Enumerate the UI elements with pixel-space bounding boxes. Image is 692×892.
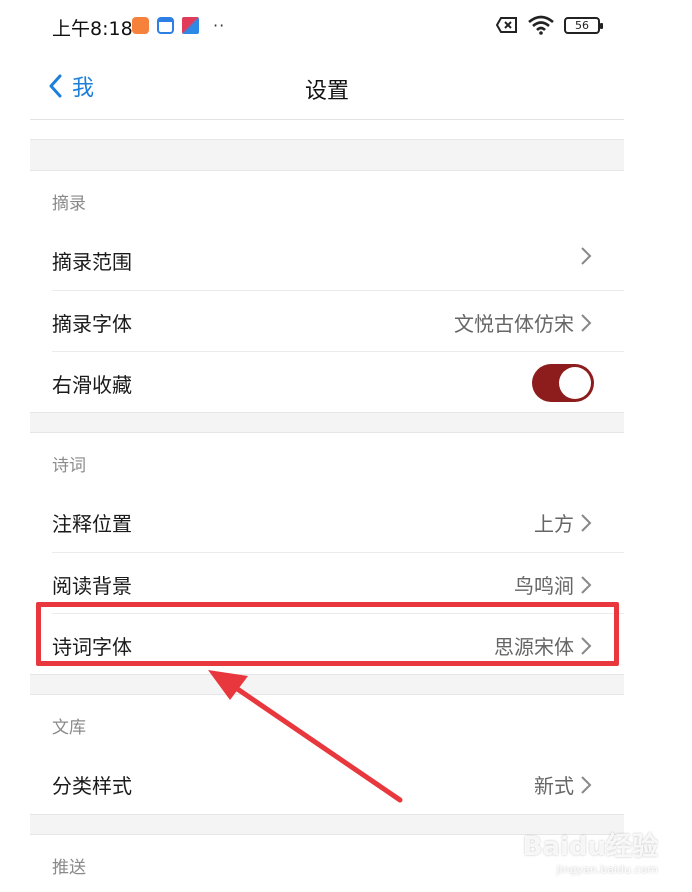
section-poetry: 诗词 注释位置 上方 阅读背景 鸟鸣涧 诗词字体 思源宋体	[30, 432, 624, 675]
page-title: 设置	[304, 79, 349, 104]
calendar-icon	[157, 17, 174, 34]
row-poetry-font[interactable]: 诗词字体 思源宋体	[52, 613, 624, 674]
row-value: 鸟鸣涧	[514, 574, 574, 598]
sim-x-icon	[496, 17, 517, 33]
section-header: 诗词	[52, 456, 86, 476]
row-label: 诗词字体	[52, 635, 132, 659]
app-icon-orange	[132, 17, 149, 34]
row-reading-background[interactable]: 阅读背景 鸟鸣涧	[52, 552, 624, 613]
chevron-right-icon	[581, 636, 592, 655]
status-bar: 上午8:18 ·· 56	[30, 0, 624, 56]
system-status-icons: 56	[496, 15, 603, 35]
previous-section-edge	[30, 120, 624, 140]
section-header: 摘录	[52, 194, 86, 214]
chevron-right-icon	[581, 513, 592, 532]
section-excerpt: 摘录 摘录范围 摘录字体 文悦古体仿宋 右滑收藏	[30, 170, 624, 413]
row-label: 右滑收藏	[52, 373, 132, 397]
wifi-icon	[528, 15, 554, 35]
row-label: 分类样式	[52, 774, 132, 798]
baidu-watermark-logo: Baidu经验 jingyan.baidu.com	[523, 826, 658, 876]
row-excerpt-range[interactable]: 摘录范围	[52, 229, 624, 290]
row-label: 摘录字体	[52, 312, 132, 336]
row-value: 文悦古体仿宋	[454, 312, 574, 336]
row-value: 上方	[534, 512, 574, 536]
app-icon-colorful	[182, 17, 199, 34]
row-annotation-position[interactable]: 注释位置 上方	[52, 491, 624, 552]
section-library: 文库 分类样式 新式	[30, 694, 624, 815]
row-category-style[interactable]: 分类样式 新式	[52, 753, 624, 814]
row-label: 阅读背景	[52, 574, 132, 598]
chevron-right-icon	[581, 247, 592, 265]
row-value: 新式	[534, 774, 574, 798]
chevron-right-icon	[581, 313, 592, 332]
row-value: 思源宋体	[494, 635, 574, 659]
chevron-right-icon	[581, 775, 592, 794]
toggle-knob	[559, 367, 591, 399]
watermark-brand: Baidu经验	[522, 832, 658, 862]
chevron-right-icon	[581, 575, 592, 594]
swipe-favorite-toggle[interactable]	[532, 364, 594, 402]
more-dots-icon: ··	[213, 16, 226, 35]
battery-icon: 56	[564, 16, 603, 34]
phone-screen: 上午8:18 ·· 56 我 设置 摘录 摘录范围 摘录字体 文悦古体仿宋 右滑…	[30, 0, 624, 892]
nav-bar: 我 设置	[30, 56, 624, 120]
notification-icons: ··	[132, 16, 225, 35]
row-excerpt-font[interactable]: 摘录字体 文悦古体仿宋	[52, 290, 624, 351]
row-label: 注释位置	[52, 512, 132, 536]
row-label: 摘录范围	[52, 250, 132, 274]
section-header: 文库	[52, 718, 86, 738]
status-time: 上午8:18	[52, 18, 133, 40]
watermark-domain: jingyan.baidu.com	[556, 863, 658, 876]
row-swipe-favorite: 右滑收藏	[52, 351, 624, 412]
